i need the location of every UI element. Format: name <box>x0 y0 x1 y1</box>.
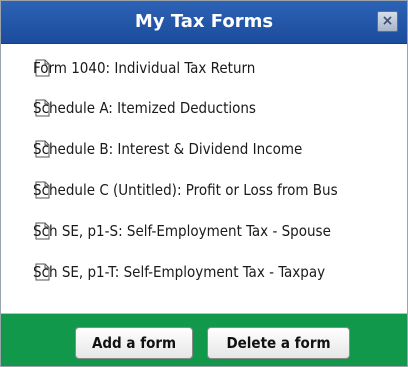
form-list-item[interactable]: Schedule B: Interest & Dividend Income <box>1 137 407 161</box>
dialog-title: My Tax Forms <box>134 11 274 32</box>
delete-form-button[interactable]: Delete a form <box>207 327 350 359</box>
form-label: Schedule A: Itemized Deductions <box>33 99 256 117</box>
add-form-button[interactable]: Add a form <box>75 327 193 359</box>
form-label: Sch SE, p1-T: Self-Employment Tax - Taxp… <box>33 263 326 281</box>
close-button[interactable]: × <box>377 11 398 32</box>
form-label: Sch SE, p1-S: Self-Employment Tax - Spou… <box>33 222 331 240</box>
title-bar: My Tax Forms × <box>1 1 407 44</box>
form-list-item[interactable]: Sch SE, p1-T: Self-Employment Tax - Taxp… <box>1 260 407 284</box>
tax-forms-dialog: My Tax Forms × Form 1040: Individual Tax… <box>0 0 408 367</box>
forms-list: Form 1040: Individual Tax Return Schedul… <box>1 43 407 314</box>
close-icon: × <box>381 13 394 29</box>
form-label: Schedule B: Interest & Dividend Income <box>33 140 303 158</box>
dialog-footer: Add a form Delete a form <box>1 314 407 366</box>
form-label: Schedule C (Untitled): Profit or Loss fr… <box>33 181 338 199</box>
form-list-item[interactable]: Form 1040: Individual Tax Return <box>1 56 407 80</box>
form-list-item[interactable]: Schedule C (Untitled): Profit or Loss fr… <box>1 178 407 202</box>
form-list-item[interactable]: Sch SE, p1-S: Self-Employment Tax - Spou… <box>1 219 407 243</box>
form-list-item[interactable]: Schedule A: Itemized Deductions <box>1 96 407 120</box>
form-label: Form 1040: Individual Tax Return <box>33 59 256 77</box>
